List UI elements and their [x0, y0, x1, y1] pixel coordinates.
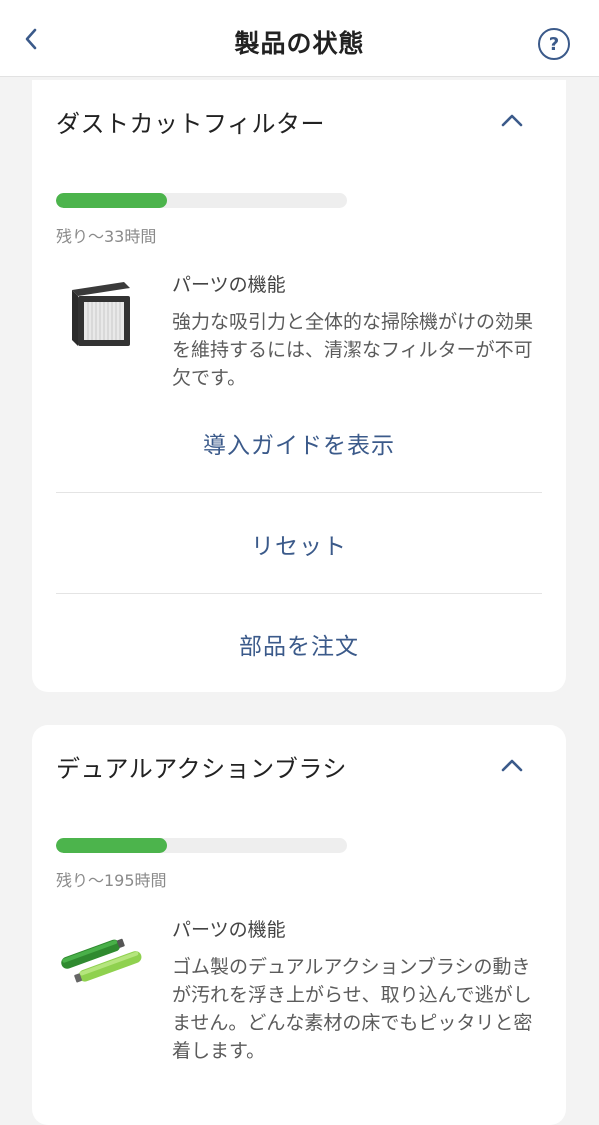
view-guide-link[interactable]: 導入ガイドを表示 — [32, 426, 566, 460]
function-description: 強力な吸引力と全体的な掃除機がけの効果を維持するには、清潔なフィルターが不可欠で… — [172, 311, 534, 389]
part-name: デュアルアクションブラシ — [56, 755, 347, 783]
lifetime-progress-fill — [56, 193, 167, 208]
page-title: 製品の状態 — [234, 29, 365, 58]
collapse-button[interactable] — [498, 753, 526, 777]
function-description: ゴム製のデュアルアクションブラシの動きが汚れを浮き上がらせ、取り込んで逃がしませ… — [172, 956, 533, 1062]
reset-button[interactable]: リセット — [32, 527, 566, 561]
filter-image — [66, 278, 136, 354]
remaining-time: 残り～195時間 — [56, 871, 167, 890]
function-title: パーツの機能 — [172, 274, 286, 296]
divider — [56, 593, 542, 594]
function-title: パーツの機能 — [172, 919, 286, 941]
lifetime-progress-bar — [56, 193, 347, 208]
chevron-up-icon — [501, 759, 523, 772]
divider — [56, 492, 542, 493]
app-header: 製品の状態 ? — [0, 0, 599, 77]
question-circle-icon: ? — [548, 33, 560, 55]
remaining-time: 残り～33時間 — [56, 227, 157, 246]
part-name: ダストカットフィルター — [56, 110, 326, 138]
collapse-button[interactable] — [498, 108, 526, 132]
brush-image — [56, 931, 146, 991]
part-card-filter: ダストカットフィルター 残り～33時間 パーツの機能 強力な吸引力と全体的な掃除… — [32, 80, 566, 692]
lifetime-progress-bar — [56, 838, 347, 853]
help-button[interactable]: ? — [538, 28, 570, 60]
part-card-brush: デュアルアクションブラシ 残り～195時間 パーツの機能 ゴム製のデュアルアクシ… — [32, 725, 566, 1125]
chevron-up-icon — [501, 114, 523, 127]
lifetime-progress-fill — [56, 838, 167, 853]
order-part-button[interactable]: 部品を注文 — [32, 627, 566, 661]
